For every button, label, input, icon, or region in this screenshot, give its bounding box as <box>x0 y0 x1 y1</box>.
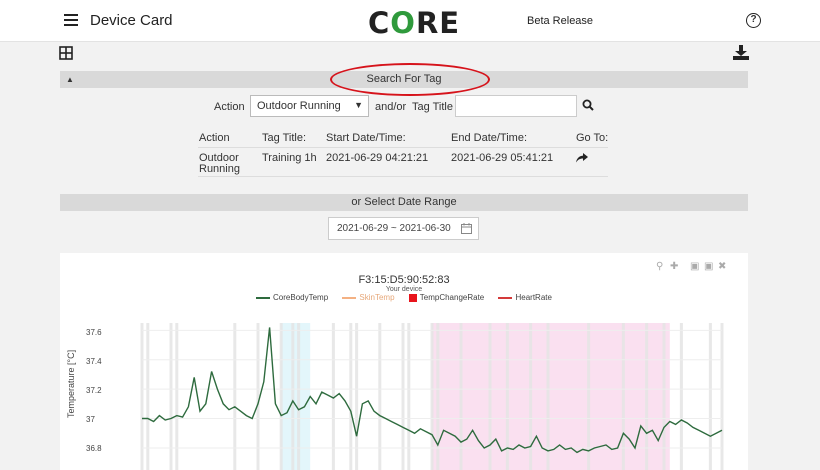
zoom-out-icon[interactable]: ▣ <box>704 261 713 272</box>
grid-icon[interactable] <box>59 46 73 60</box>
date-range-picker[interactable]: 2021-06-29 ~ 2021-06-30 <box>328 217 479 240</box>
cell-start: 2021-06-29 04:21:21 <box>326 152 429 164</box>
tag-title-label: Tag Title <box>412 101 453 113</box>
page-title: Device Card <box>90 12 173 29</box>
y-axis-label: Temperature [°C] <box>66 349 76 418</box>
chart-legend: CoreBodyTemp SkinTemp TempChangeRate Hea… <box>60 293 748 302</box>
chevron-down-icon: ▼ <box>354 100 363 110</box>
action-label: Action <box>214 101 245 113</box>
y-tick-label: 37.2 <box>86 386 102 395</box>
cell-tag-title: Training 1h <box>262 152 317 164</box>
zoom-icon[interactable]: ⚲ <box>656 261 663 272</box>
share-arrow-icon[interactable] <box>576 153 588 163</box>
date-range-value: 2021-06-29 ~ 2021-06-30 <box>337 223 451 234</box>
select-date-range-header: or Select Date Range <box>60 194 748 211</box>
red-highlight-ellipse <box>330 63 490 96</box>
cell-end: 2021-06-29 05:41:21 <box>451 152 554 164</box>
help-icon[interactable]: ? <box>746 13 761 28</box>
col-header-tag-title: Tag Title: <box>262 132 307 144</box>
cell-action: Outdoor Running <box>199 152 240 175</box>
pan-icon[interactable]: ✚ <box>670 261 678 272</box>
reset-axes-icon[interactable]: ✖ <box>718 261 726 272</box>
zoom-in-icon[interactable]: ▣ <box>690 261 699 272</box>
col-header-end: End Date/Time: <box>451 132 528 144</box>
y-tick-label: 36.8 <box>86 444 102 453</box>
action-select[interactable]: Outdoor Running ▼ <box>250 95 369 117</box>
tag-title-input[interactable] <box>455 95 577 117</box>
chart-subtitle: Your device <box>385 286 423 293</box>
col-header-start: Start Date/Time: <box>326 132 406 144</box>
download-icon[interactable] <box>733 45 749 60</box>
calendar-icon[interactable] <box>461 223 472 234</box>
search-form: Action Outdoor Running ▼ and/or Tag Titl… <box>0 95 820 119</box>
beta-release-label: Beta Release <box>527 15 594 27</box>
top-bar: Device Card CORE Beta Release ? <box>0 0 820 42</box>
legend-item-skintemp[interactable]: SkinTemp <box>342 293 395 302</box>
core-logo: CORE <box>368 6 461 40</box>
col-header-goto: Go To: <box>576 132 609 144</box>
hamburger-menu-icon[interactable] <box>64 14 78 26</box>
collapse-caret-icon[interactable]: ▲ <box>66 71 74 88</box>
chart-card: ⚲ ✚ ▣ ▣ ✖ F3:15:D5:90:52:83 Your device … <box>60 253 748 470</box>
and-or-label: and/or <box>375 101 407 113</box>
table-divider <box>198 147 608 148</box>
y-tick-label: 37.6 <box>86 328 102 337</box>
col-header-action: Action <box>199 132 230 144</box>
y-tick-label: 37.4 <box>86 357 102 366</box>
y-tick-label: 37 <box>86 415 95 424</box>
legend-item-heartrate[interactable]: HeartRate <box>498 293 552 302</box>
table-divider <box>198 176 608 177</box>
legend-item-corebodytemp[interactable]: CoreBodyTemp <box>256 293 328 302</box>
legend-item-tempchangerate[interactable]: TempChangeRate <box>408 293 484 302</box>
chart-title: F3:15:D5:90:52:83 <box>358 274 450 286</box>
search-icon[interactable] <box>582 99 594 111</box>
